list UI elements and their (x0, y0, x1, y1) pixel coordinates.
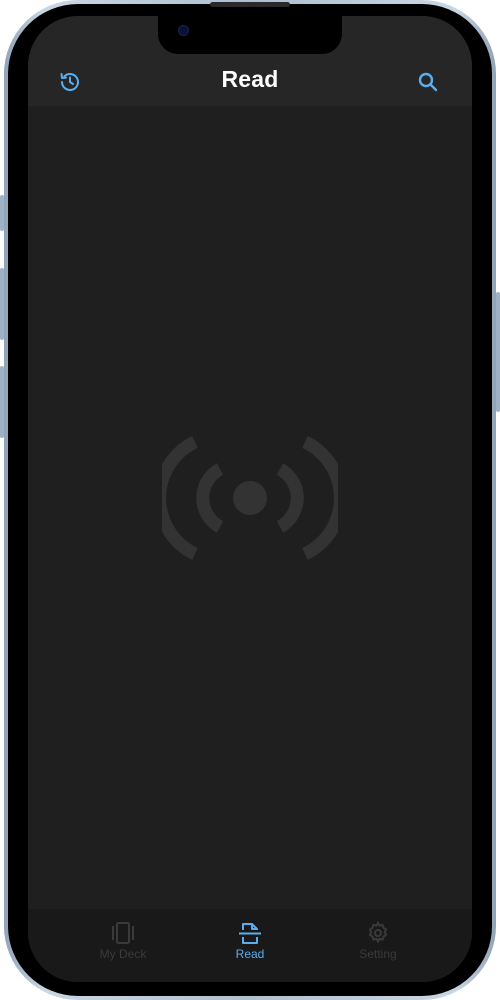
device-power-button (496, 292, 500, 412)
tab-setting[interactable]: Setting (328, 921, 428, 971)
device-volume-down-button (0, 366, 4, 438)
device-speaker (210, 2, 290, 7)
search-button[interactable] (414, 68, 442, 96)
nfc-wireless-icon (162, 436, 338, 560)
tab-label: My Deck (99, 947, 147, 961)
device-volume-up-button (0, 268, 4, 340)
scan-document-icon (239, 923, 261, 944)
screen: Read My Deck Read Setting (28, 16, 472, 982)
tab-read[interactable]: Read (200, 921, 300, 971)
tab-bar: My Deck Read Setting (28, 909, 472, 982)
device-action-button (0, 195, 4, 231)
gear-icon (368, 921, 388, 944)
search-icon (418, 72, 438, 92)
tab-my-deck[interactable]: My Deck (73, 921, 173, 971)
tab-label: Read (235, 947, 265, 961)
page-title: Read (221, 66, 279, 92)
notch (158, 16, 342, 54)
cards-icon (112, 922, 134, 944)
camera-icon (178, 25, 189, 36)
tab-label: Setting (359, 947, 397, 961)
